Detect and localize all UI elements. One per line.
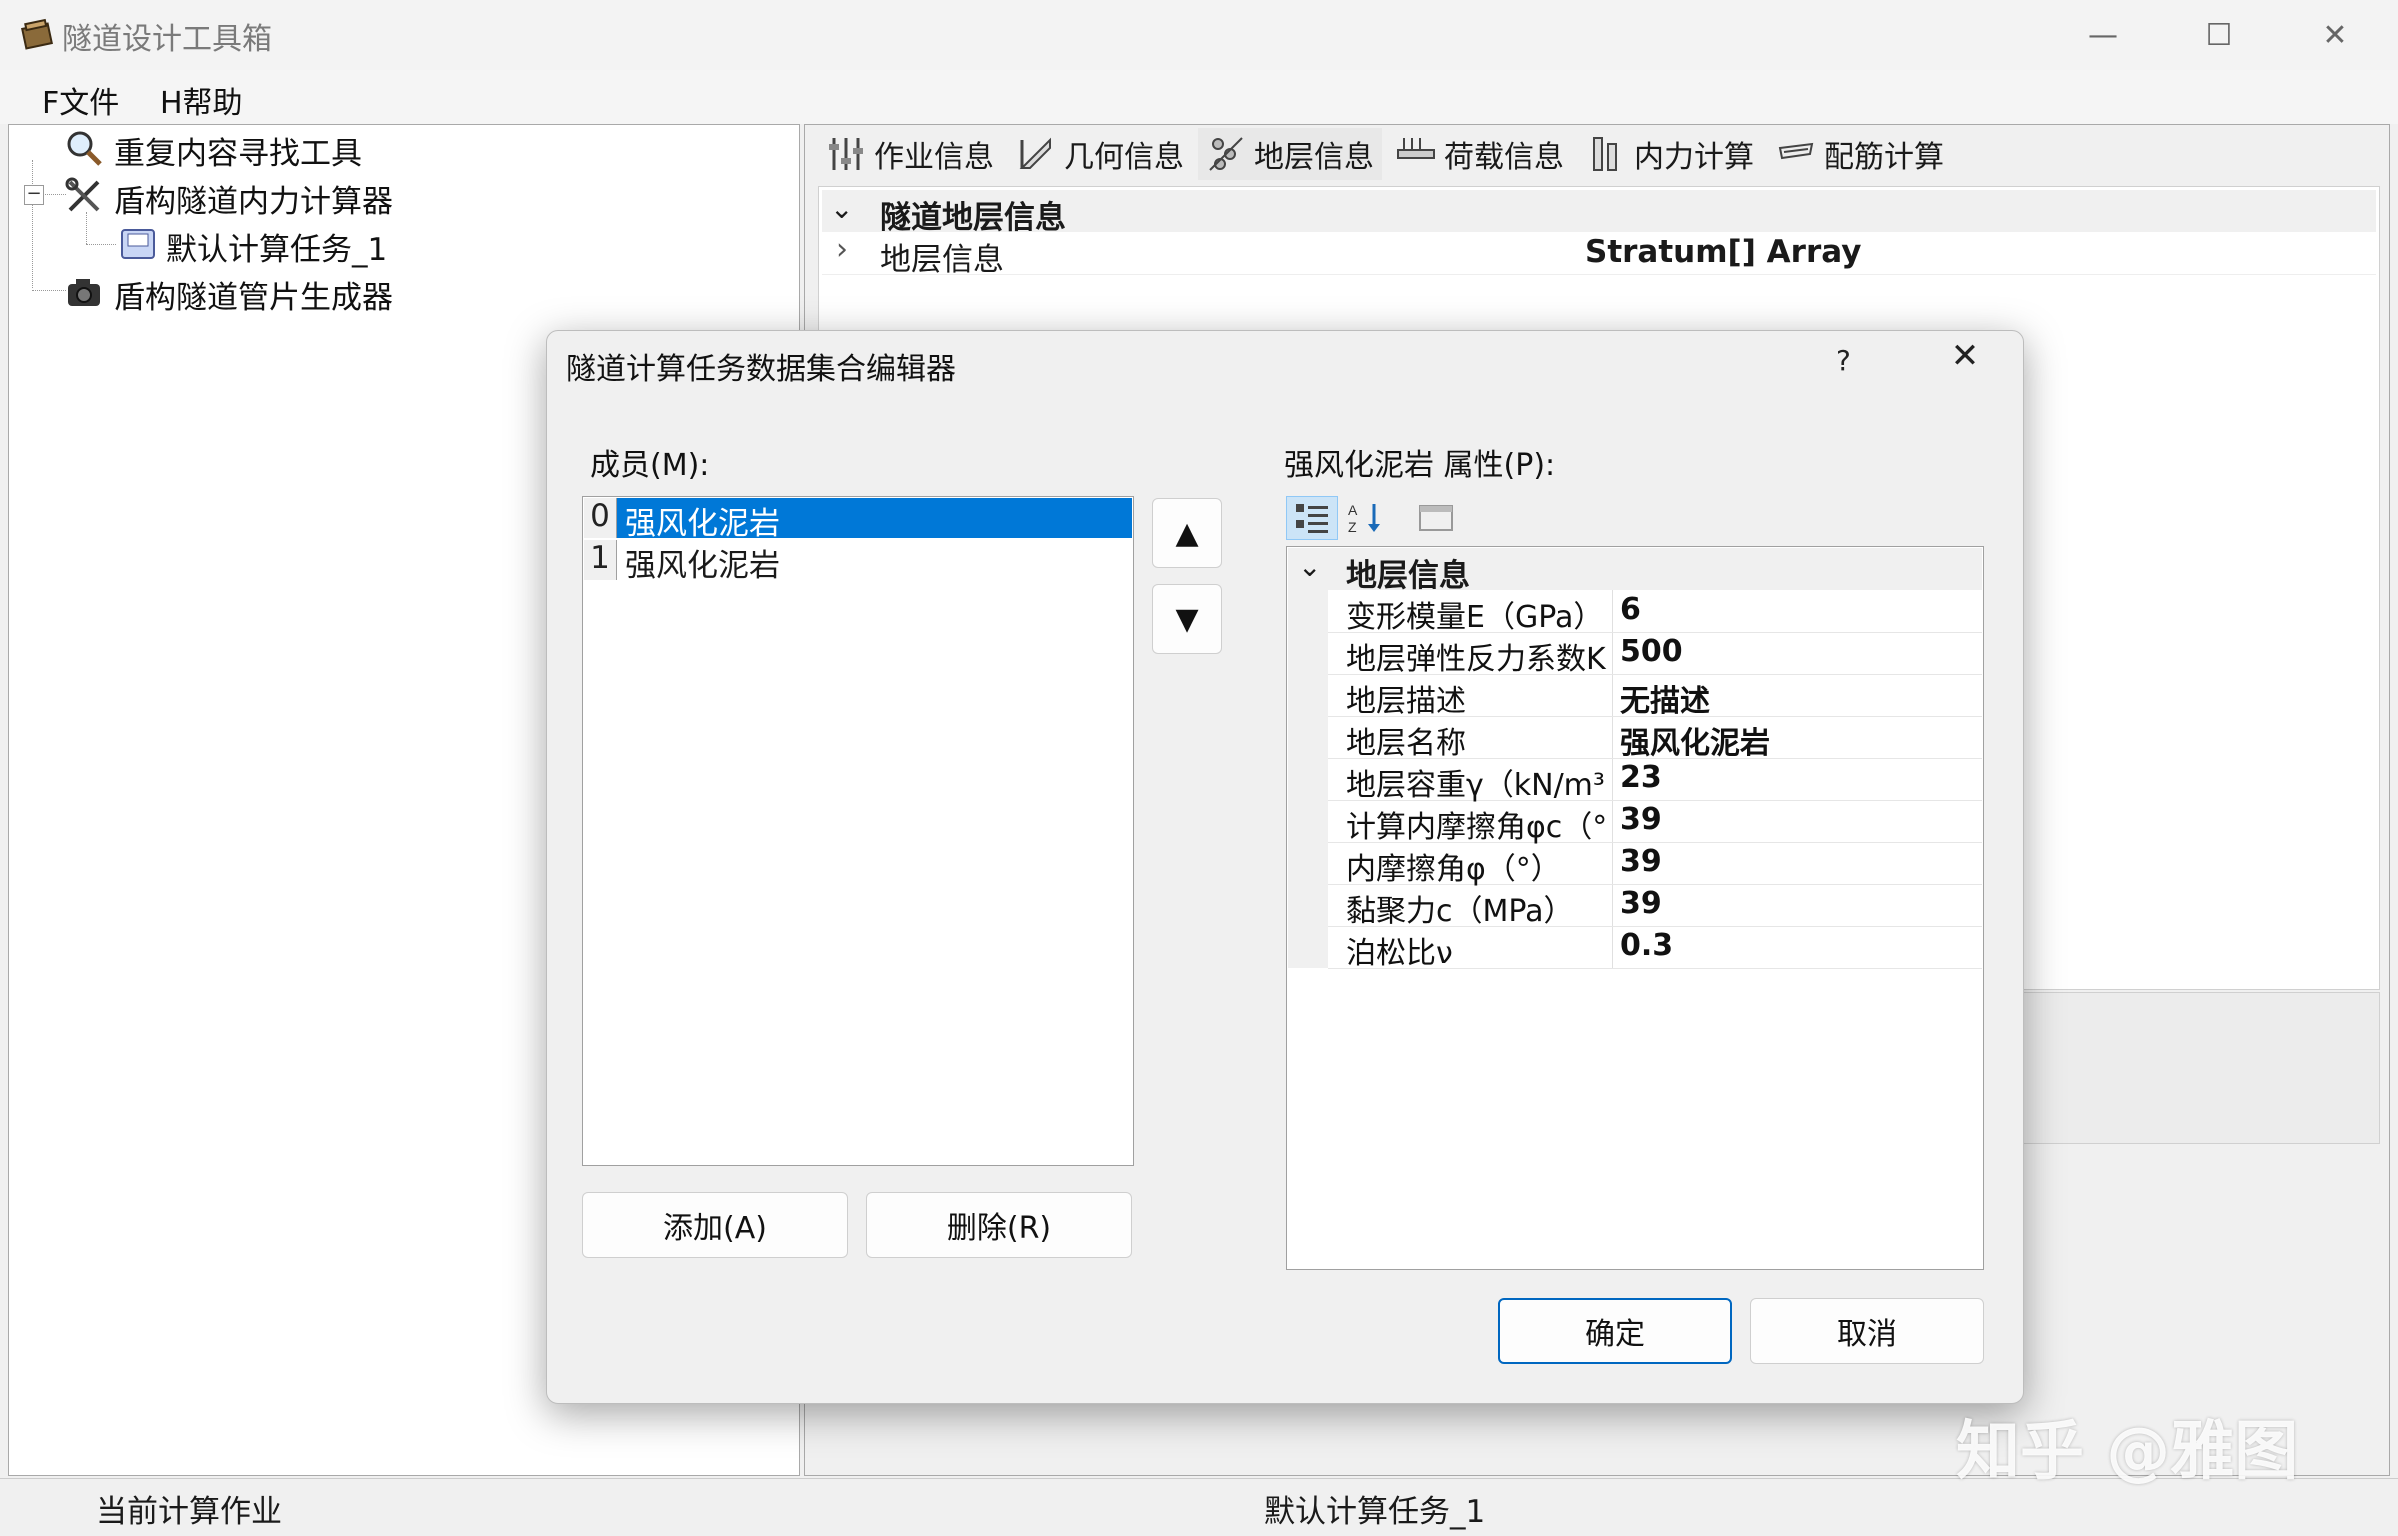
move-down-button[interactable]: ▼ — [1152, 584, 1222, 654]
tab-job-info[interactable]: 作业信息 — [818, 128, 1002, 180]
property-value[interactable]: 23 — [1620, 760, 1662, 795]
sliders-icon — [829, 138, 863, 170]
tab-reinforcement[interactable]: 配筋计算 — [1768, 128, 1952, 180]
tab-geometry-info[interactable]: 几何信息 — [1008, 128, 1192, 180]
close-icon[interactable]: ✕ — [2300, 10, 2370, 60]
property-pages-icon[interactable] — [1410, 496, 1462, 540]
title-bar — [0, 0, 2398, 70]
menu-file[interactable]: F文件 — [42, 78, 119, 122]
property-grid-gutter — [1288, 548, 1328, 968]
tree-item-default-task[interactable]: 默认计算任务_1 — [166, 224, 387, 269]
status-task-name: 默认计算任务_1 — [1264, 1494, 1486, 1530]
tree-connector — [86, 244, 116, 245]
arrow-down-icon: ▼ — [1175, 601, 1199, 637]
property-name: 泊松比ν — [1346, 936, 1453, 971]
force-icon — [1593, 137, 1617, 171]
camera-icon — [68, 279, 100, 306]
move-up-button[interactable]: ▲ — [1152, 498, 1222, 568]
members-label: 成员(M): — [590, 448, 710, 483]
ruler-icon — [1019, 137, 1051, 169]
layers-icon — [1209, 137, 1243, 171]
props-category-label: 地层信息 — [1346, 558, 1470, 594]
property-name: 地层名称 — [1346, 726, 1466, 761]
main-grid-category-label: 隧道地层信息 — [880, 200, 1066, 236]
property-name: 内摩擦角φ（°） — [1346, 852, 1561, 887]
property-value[interactable]: 39 — [1620, 844, 1662, 879]
status-current-job: 当前计算作业 — [96, 1494, 282, 1530]
property-grid-toolbar: AZ — [1286, 496, 1453, 544]
categorized-icon[interactable] — [1286, 496, 1338, 540]
tab-bar: 作业信息 几何信息 地层信息 荷载信息 内力计算 配筋计算 — [818, 128, 1952, 182]
sort-alpha-icon[interactable]: AZ — [1340, 496, 1392, 540]
property-value[interactable]: 500 — [1620, 634, 1683, 669]
cancel-button[interactable]: 取消 — [1750, 1298, 1984, 1364]
list-item[interactable]: 1 强风化泥岩 — [584, 540, 1132, 584]
list-item-index: 0 — [584, 498, 617, 538]
tree-collapse-icon[interactable]: − — [24, 185, 44, 205]
main-grid-row-name: 地层信息 — [880, 242, 1004, 278]
chevron-down-icon[interactable]: ⌄ — [830, 192, 853, 225]
property-name: 地层弹性反力系数K — [1346, 642, 1606, 677]
property-name: 计算内摩擦角φc（° — [1346, 810, 1608, 845]
property-name: 变形模量E（GPa） — [1346, 600, 1604, 635]
window-title: 隧道设计工具箱 — [62, 22, 272, 57]
chevron-down-icon[interactable]: ⌄ — [1298, 550, 1321, 583]
properties-label: 强风化泥岩 属性(P): — [1284, 448, 1556, 483]
svg-text:A: A — [1348, 502, 1358, 518]
property-name: 地层容重γ（kN/m³ — [1346, 768, 1605, 803]
main-grid-row-value[interactable]: Stratum[] Array — [1585, 234, 1861, 270]
tools-icon — [65, 177, 100, 212]
svg-text:Z: Z — [1348, 519, 1357, 535]
tab-load-info[interactable]: 荷载信息 — [1388, 128, 1572, 180]
toolbox-icon — [21, 18, 53, 50]
tree-item-lining-calculator[interactable]: 盾构隧道内力计算器 — [114, 176, 393, 221]
list-item-name: 强风化泥岩 — [617, 498, 1132, 542]
ok-button[interactable]: 确定 — [1498, 1298, 1732, 1364]
tab-stratum-info[interactable]: 地层信息 — [1198, 128, 1382, 180]
members-list[interactable] — [582, 496, 1134, 1166]
rebar-icon — [1778, 142, 1814, 160]
list-item-index: 1 — [584, 540, 617, 580]
chevron-right-icon[interactable]: › — [836, 232, 848, 267]
load-icon — [1397, 138, 1435, 159]
property-value[interactable]: 无描述 — [1620, 676, 1710, 720]
tree-item-segment-generator[interactable]: 盾构隧道管片生成器 — [114, 272, 393, 317]
magnifier-icon — [67, 131, 102, 166]
property-value[interactable]: 强风化泥岩 — [1620, 718, 1770, 762]
tree-connector — [32, 160, 33, 288]
menu-bar — [0, 70, 2398, 124]
dialog-title: 隧道计算任务数据集合编辑器 — [566, 352, 956, 387]
tree-connector — [86, 212, 87, 244]
tree-connector — [32, 290, 66, 291]
property-value[interactable]: 6 — [1620, 592, 1641, 627]
list-item-name: 强风化泥岩 — [625, 548, 780, 584]
maximize-icon[interactable]: ☐ — [2184, 10, 2254, 60]
add-button[interactable]: 添加(A) — [582, 1192, 848, 1258]
arrow-up-icon: ▲ — [1175, 515, 1199, 551]
remove-button[interactable]: 删除(R) — [866, 1192, 1132, 1258]
property-name: 地层描述 — [1346, 684, 1466, 719]
watermark: 知乎 @雅图 — [1956, 1415, 2299, 1489]
property-value[interactable]: 39 — [1620, 802, 1662, 837]
property-name: 黏聚力c（MPa） — [1346, 894, 1574, 929]
document-icon — [121, 229, 155, 259]
help-icon[interactable]: ? — [1836, 344, 1851, 377]
tab-internal-force[interactable]: 内力计算 — [1578, 128, 1762, 180]
tree-item-duplicate-finder[interactable]: 重复内容寻找工具 — [114, 128, 362, 173]
property-value[interactable]: 39 — [1620, 886, 1662, 921]
minimize-icon[interactable]: — — [2068, 10, 2138, 60]
dialog-close-icon[interactable]: ✕ — [1940, 336, 1990, 386]
property-value[interactable]: 0.3 — [1620, 928, 1673, 963]
menu-help[interactable]: H帮助 — [160, 78, 243, 122]
list-item[interactable]: 0 强风化泥岩 — [584, 498, 1132, 542]
